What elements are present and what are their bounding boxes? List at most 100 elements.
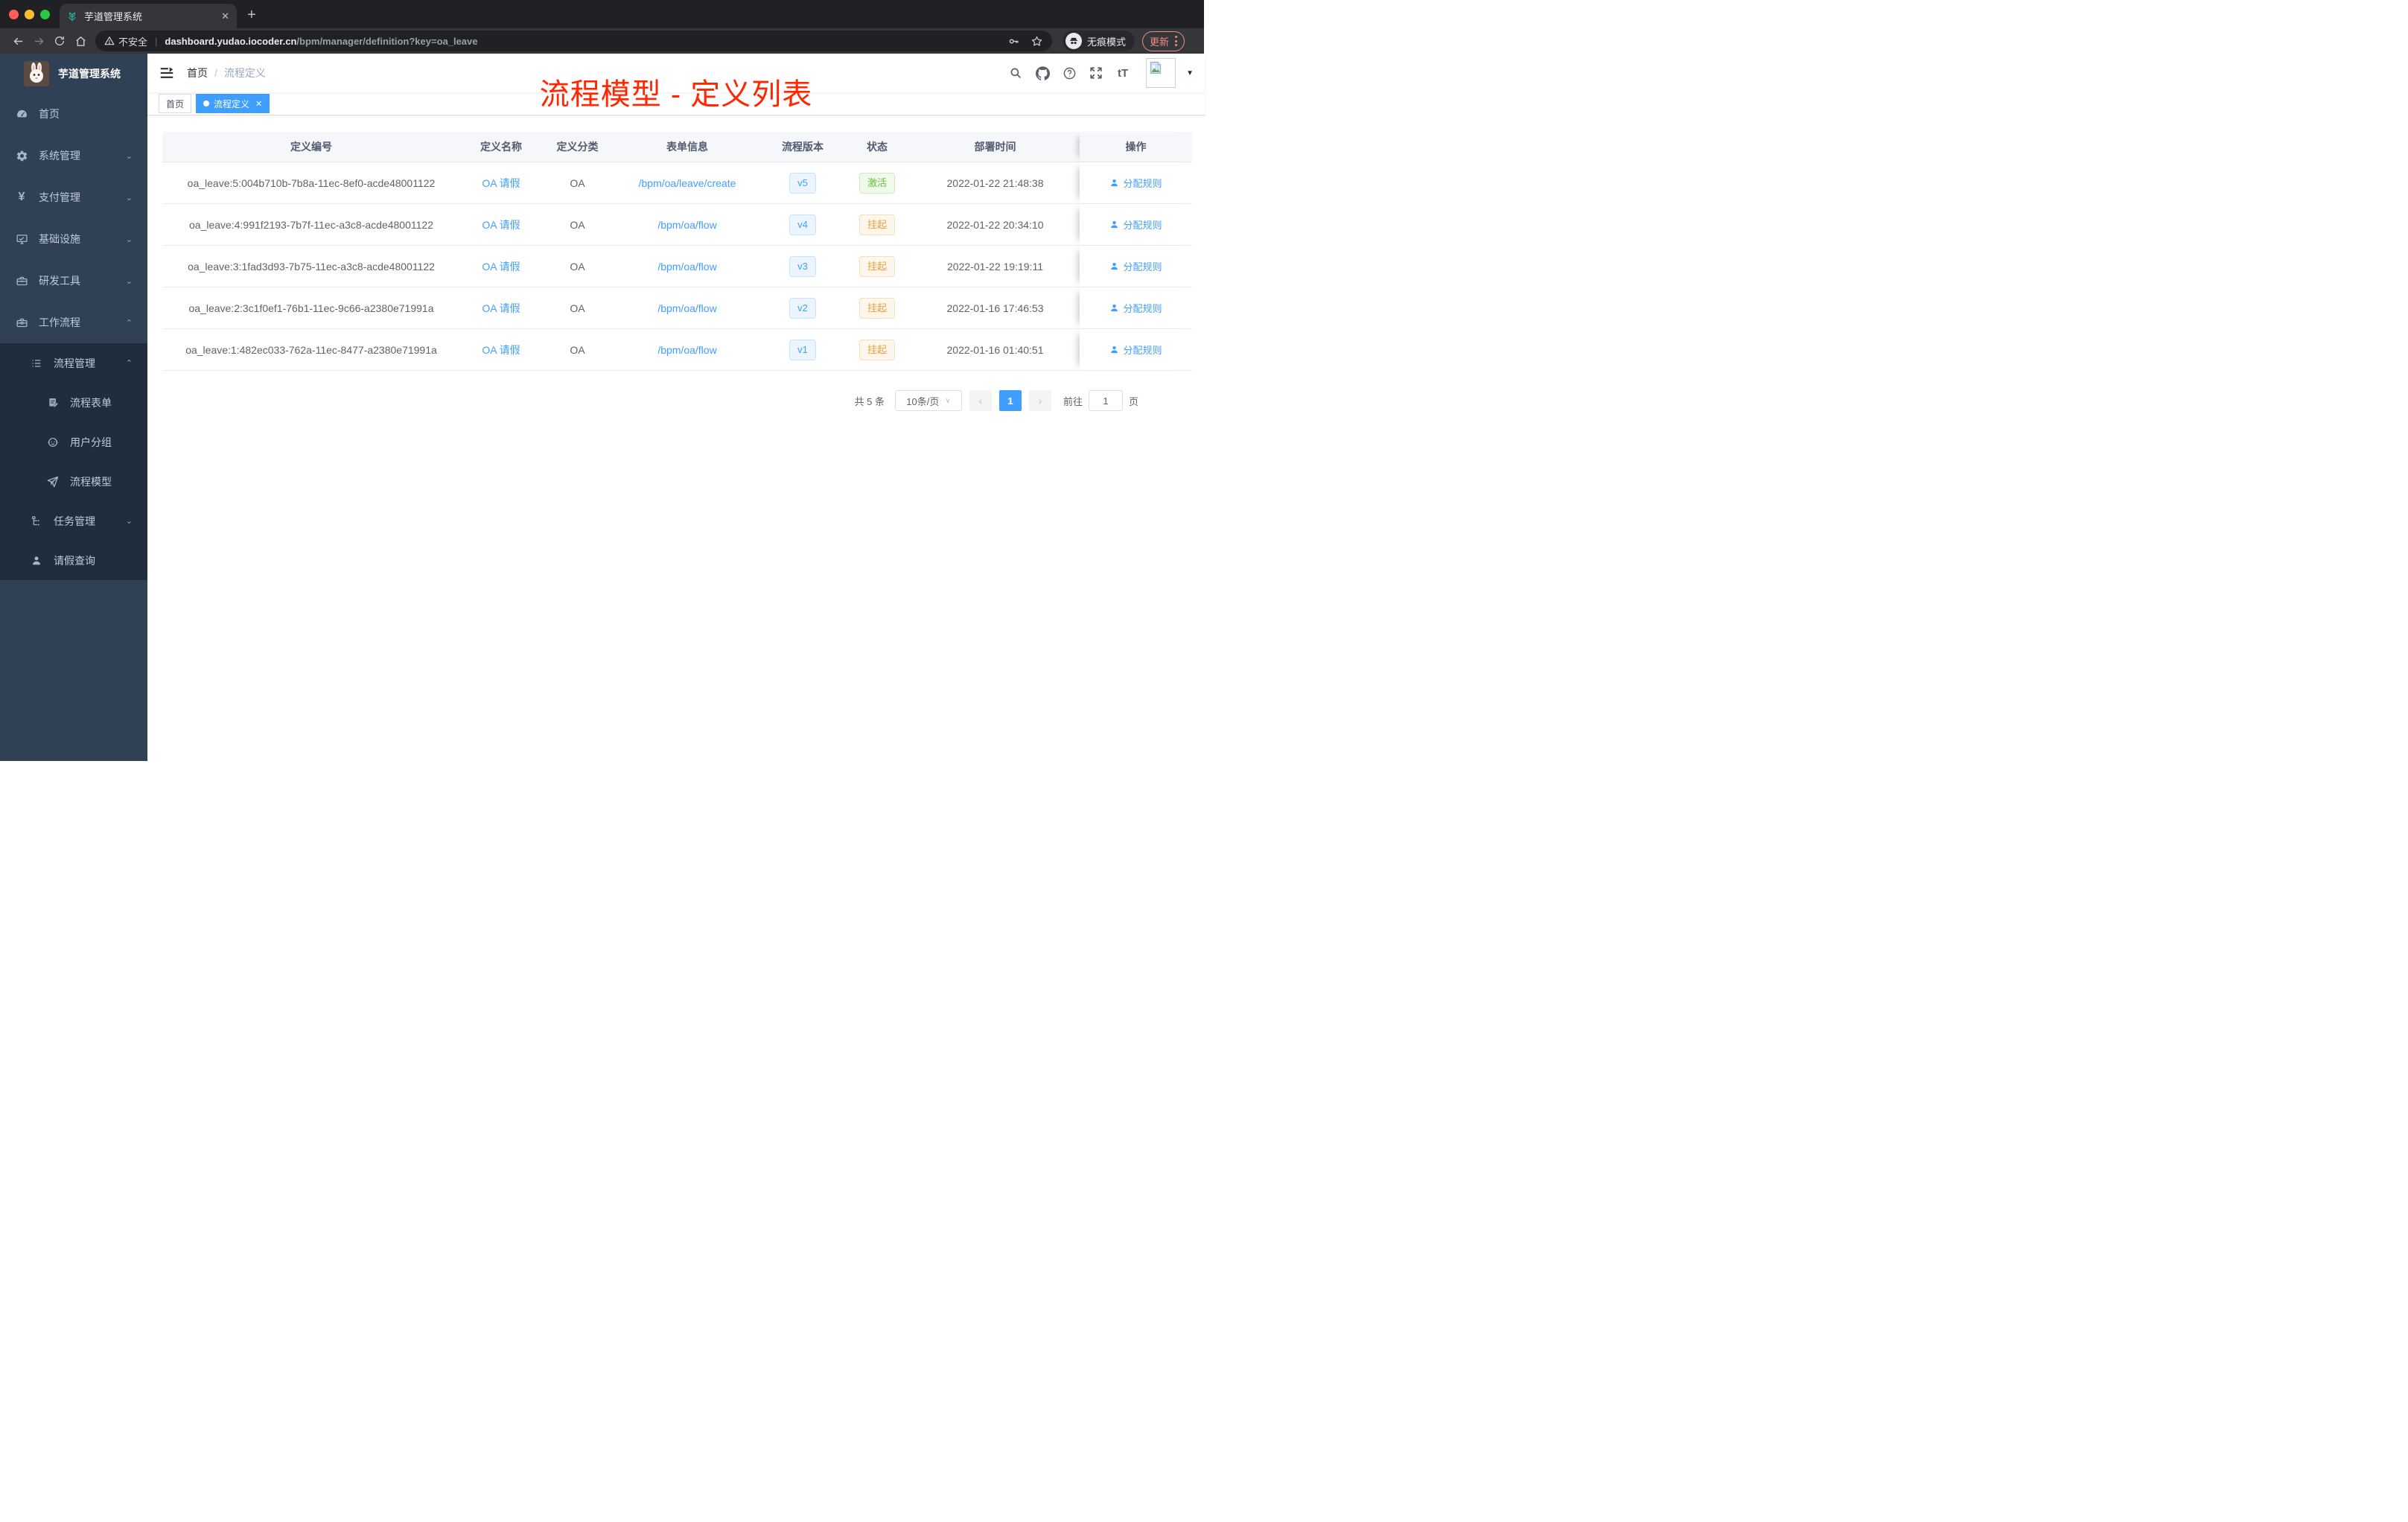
yen-icon: ¥: [18, 191, 25, 203]
url-bar[interactable]: 不安全 | dashboard.yudao.iocoder.cn/bpm/man…: [95, 31, 1052, 51]
assign-rule-button[interactable]: 分配规则: [1109, 301, 1162, 315]
sidebar-item-dev-tools[interactable]: 研发工具 ⌄: [0, 260, 147, 302]
sidebar-logo[interactable]: 芋道管理系统: [0, 54, 147, 93]
close-window-button[interactable]: [9, 10, 19, 19]
sidebar-item-label: 流程管理: [54, 357, 95, 369]
person-icon: [30, 555, 43, 567]
sidebar-item-payment[interactable]: ¥ 支付管理 ⌄: [0, 176, 147, 218]
col-header-form-info: 表单信息: [666, 141, 708, 153]
page-unit-label: 页: [1128, 395, 1138, 407]
search-icon[interactable]: [1006, 63, 1025, 83]
forward-icon[interactable]: [28, 31, 49, 51]
tag-home[interactable]: 首页: [159, 94, 192, 113]
sidebar-item-user-group[interactable]: 用户分组: [0, 422, 147, 462]
menu-kebab-icon[interactable]: [1175, 36, 1178, 46]
github-icon[interactable]: [1033, 63, 1052, 83]
new-tab-button[interactable]: +: [247, 7, 256, 24]
goto-page-input[interactable]: [1088, 390, 1123, 411]
font-size-icon[interactable]: tT: [1113, 63, 1133, 83]
version-badge: v3: [789, 255, 816, 277]
form-link[interactable]: /bpm/oa/leave/create: [639, 177, 736, 189]
definition-name-link[interactable]: OA 请假: [482, 301, 520, 316]
caret-down-icon[interactable]: ▼: [1186, 69, 1194, 77]
reload-icon[interactable]: [49, 31, 70, 51]
incognito-icon: [1066, 33, 1082, 49]
cell-deploy-time: 2022-01-16 17:46:53: [946, 302, 1044, 314]
help-icon[interactable]: [1060, 63, 1079, 83]
breadcrumb-home[interactable]: 首页: [187, 66, 208, 80]
next-page-button[interactable]: ›: [1028, 390, 1051, 411]
tab-close-icon[interactable]: ✕: [221, 10, 229, 22]
monitor-icon: [15, 233, 28, 246]
sidebar-item-process-model[interactable]: 流程模型: [0, 462, 147, 501]
sidebar-item-task-management[interactable]: 任务管理 ⌄: [0, 501, 147, 541]
form-link[interactable]: /bpm/oa/flow: [657, 219, 716, 231]
cell-category: OA: [570, 218, 585, 231]
status-badge: 挂起: [859, 339, 895, 360]
sidebar-fold-icon[interactable]: [159, 65, 175, 81]
tab-title: 芋道管理系统: [84, 11, 143, 22]
definition-name-link[interactable]: OA 请假: [482, 343, 520, 357]
sidebar-item-process-form[interactable]: 流程表单: [0, 383, 147, 422]
assign-rule-button[interactable]: 分配规则: [1109, 343, 1162, 357]
cell-category: OA: [570, 302, 585, 314]
prev-page-button[interactable]: ‹: [969, 390, 992, 411]
page-size-select[interactable]: 10条/页 ∨: [894, 390, 962, 411]
minimize-window-button[interactable]: [25, 10, 34, 19]
home-icon[interactable]: [70, 31, 91, 51]
assign-rule-button[interactable]: 分配规则: [1109, 217, 1162, 232]
not-secure-label: 不安全: [118, 36, 148, 48]
assign-rule-button[interactable]: 分配规则: [1109, 176, 1162, 190]
sidebar-item-home[interactable]: 首页: [0, 93, 147, 135]
status-badge: 挂起: [859, 214, 895, 235]
sidebar-item-label: 请假查询: [54, 554, 95, 567]
briefcase-icon: [15, 316, 28, 329]
org-tree-icon: [30, 515, 43, 527]
zoom-window-button[interactable]: [40, 10, 50, 19]
chevron-down-icon: ⌄: [125, 193, 133, 203]
definition-table: 定义编号 定义名称 定义分类 表单信息 流程版本 状态 部署时间 操作 oa_l…: [162, 132, 1192, 371]
definition-name-link[interactable]: OA 请假: [482, 176, 520, 191]
password-key-icon[interactable]: [1007, 35, 1020, 48]
sidebar-item-process-management[interactable]: 流程管理 ⌃: [0, 343, 147, 383]
page-overlay-title: 流程模型 - 定义列表: [539, 78, 813, 111]
app-title: 芋道管理系统: [58, 67, 121, 80]
chevron-down-icon: ⌄: [125, 235, 133, 244]
form-link[interactable]: /bpm/oa/flow: [657, 344, 716, 356]
sidebar-item-label: 工作流程: [39, 316, 80, 328]
tag-process-definition[interactable]: 流程定义 ✕: [196, 94, 270, 113]
window-controls: [9, 10, 50, 19]
definition-name-link[interactable]: OA 请假: [482, 217, 520, 232]
page-content: 定义编号 定义名称 定义分类 表单信息 流程版本 状态 部署时间 操作 oa_l…: [147, 115, 1205, 411]
back-icon[interactable]: [7, 31, 28, 51]
form-link[interactable]: /bpm/oa/flow: [657, 261, 716, 273]
sidebar-item-label: 系统管理: [39, 150, 80, 162]
table-header-row: 定义编号 定义名称 定义分类 表单信息 流程版本 状态 部署时间 操作: [162, 132, 1192, 162]
bookmark-star-icon[interactable]: [1031, 35, 1043, 48]
cell-definition-id: oa_leave:1:482ec033-762a-11ec-8477-a2380…: [185, 343, 437, 356]
avatar[interactable]: [1146, 58, 1176, 88]
browser-update-menu[interactable]: 更新: [1142, 31, 1185, 51]
sidebar-item-infrastructure[interactable]: 基础设施 ⌄: [0, 218, 147, 260]
sidebar-item-workflow[interactable]: 工作流程 ⌃: [0, 302, 147, 343]
col-header-actions: 操作: [1080, 132, 1192, 162]
sidebar-item-system[interactable]: 系统管理 ⌄: [0, 135, 147, 176]
dashboard-icon: [15, 108, 28, 121]
person-icon: [1111, 346, 1118, 354]
assign-rule-button[interactable]: 分配规则: [1109, 259, 1162, 273]
workflow-submenu: 流程管理 ⌃ 流程表单 用户分组 流程模型 任务管理 ⌄ 请假查询: [0, 343, 147, 580]
version-badge: v2: [789, 297, 816, 319]
sidebar-item-leave-query[interactable]: 请假查询: [0, 541, 147, 580]
favicon-plant-icon: [67, 11, 77, 22]
browser-tab[interactable]: 芋道管理系统 ✕: [60, 4, 237, 28]
pagination-total: 共 5 条: [854, 395, 885, 407]
not-secure-badge[interactable]: 不安全: [104, 34, 147, 48]
page-size-value: 10条/页: [906, 395, 940, 407]
page-number-1[interactable]: 1: [998, 390, 1022, 411]
paper-plane-icon: [46, 476, 60, 488]
sidebar-item-label: 支付管理: [39, 191, 80, 203]
definition-name-link[interactable]: OA 请假: [482, 259, 520, 274]
form-link[interactable]: /bpm/oa/flow: [657, 302, 716, 314]
fullscreen-icon[interactable]: [1086, 63, 1106, 83]
tag-close-icon[interactable]: ✕: [255, 99, 262, 109]
